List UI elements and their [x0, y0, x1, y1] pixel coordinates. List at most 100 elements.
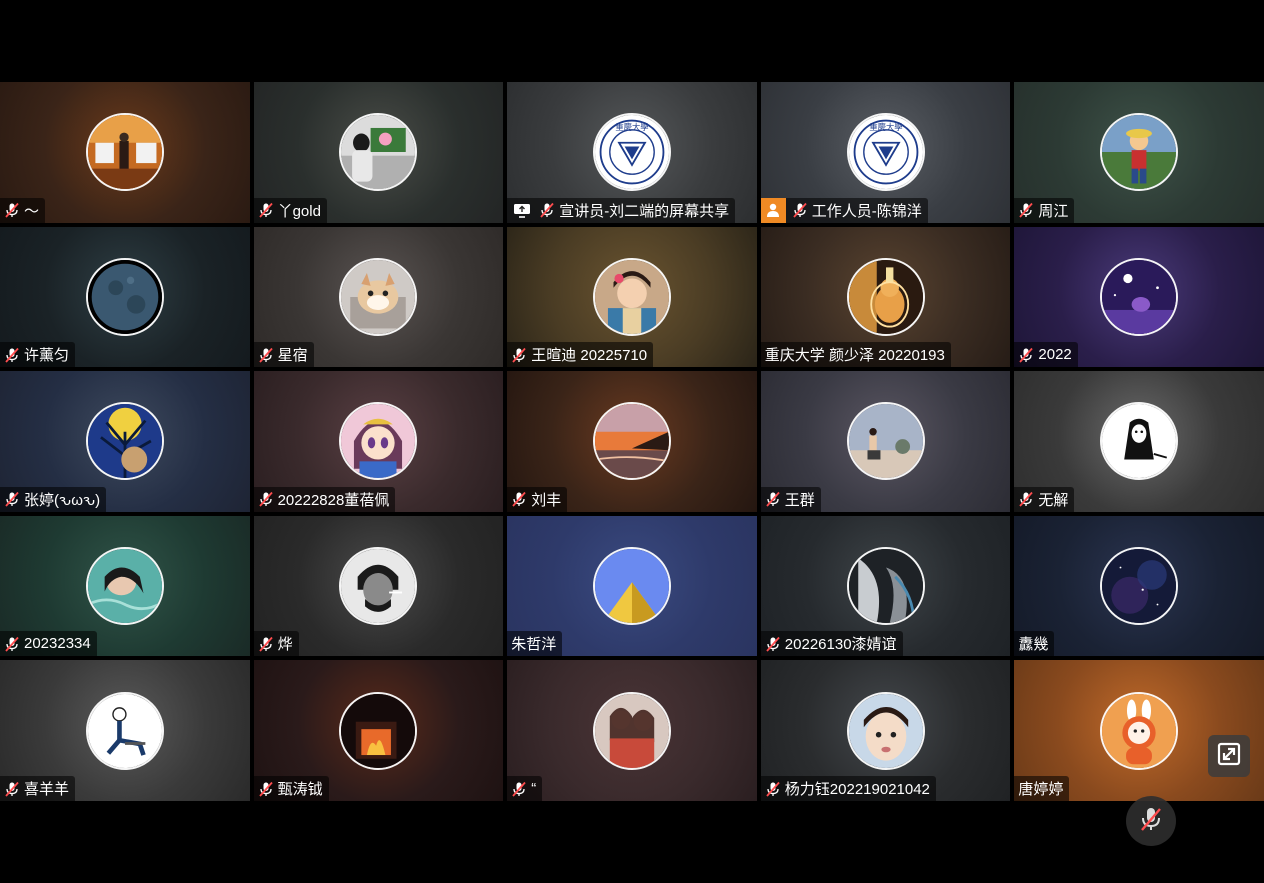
participant-tile[interactable]: 20226130漆婧谊 [760, 515, 1011, 657]
mic-muted-icon [792, 202, 808, 218]
participant-name-tag: 许薰匀 [0, 342, 76, 368]
participant-tile[interactable]: 丫gold [253, 82, 504, 223]
participant-name-tag: 丫gold [253, 197, 327, 223]
expand-view-button[interactable] [1208, 735, 1250, 777]
participant-name: 20232334 [24, 635, 91, 653]
participant-tile[interactable]: 王群 [760, 371, 1011, 512]
avatar [339, 691, 418, 770]
participant-tile[interactable]: ～ [0, 82, 250, 223]
participant-name-tag: 刘丰 [507, 486, 568, 512]
participant-tile[interactable]: 20232334 [0, 515, 250, 657]
participant-name: 刘丰 [531, 491, 562, 509]
avatar [85, 691, 164, 770]
participant-name-tag: ～ [0, 197, 46, 223]
participant-name-tag: 重庆大学 颜少泽 20220193 [760, 342, 951, 368]
participant-name-tag: 纛幾 [1014, 631, 1055, 657]
participant-tile[interactable]: 重慶大學工作人员-陈锦洋 [760, 82, 1011, 223]
mic-muted-icon [4, 347, 20, 363]
participant-name: 星宿 [277, 347, 308, 365]
mic-muted-icon [1018, 202, 1034, 218]
participant-name: 丫gold [277, 202, 321, 220]
avatar [339, 113, 418, 192]
participant-tile[interactable]: 烨 [253, 515, 504, 657]
mic-muted-icon [511, 347, 527, 363]
participant-name: 许薰匀 [24, 347, 70, 365]
mic-muted-icon [765, 781, 781, 797]
participant-tile[interactable]: 王暄迪 20225710 [507, 226, 757, 368]
mic-muted-icon [4, 636, 20, 652]
participant-name-tag: “ [507, 776, 543, 801]
participant-tile[interactable]: 许薰匀 [0, 226, 250, 368]
participant-tile[interactable]: 喜羊羊 [0, 660, 250, 801]
avatar [1100, 691, 1179, 770]
participant-name-tag: 20226130漆婧谊 [760, 631, 903, 657]
avatar [846, 547, 925, 626]
participant-tile[interactable]: 2022 [1014, 226, 1264, 368]
avatar [339, 402, 418, 481]
participant-name: 唐婷婷 [1018, 781, 1064, 798]
participant-name-tag: 王暄迪 20225710 [507, 342, 654, 368]
participant-tile[interactable]: 20222828董蓓佩 [253, 371, 504, 512]
avatar [592, 547, 671, 626]
mic-muted-icon [258, 781, 274, 797]
participant-name: 喜羊羊 [24, 781, 70, 798]
expand-icon [1216, 741, 1242, 772]
participant-name: 张婷(ԅωԅ) [24, 491, 101, 509]
avatar [85, 547, 164, 626]
avatar [846, 691, 925, 770]
participant-name: 2022 [1038, 346, 1072, 364]
participant-tile[interactable]: 张婷(ԅωԅ) [0, 371, 250, 512]
self-mute-button[interactable] [1126, 796, 1176, 846]
participant-name-tag: 20232334 [0, 631, 97, 657]
participant-name-tag: 喜羊羊 [0, 776, 76, 801]
participant-tile[interactable]: 甄涛钺 [253, 660, 504, 801]
participant-name-tag: 杨力钰202219021042 [760, 776, 936, 801]
participant-tile[interactable]: 纛幾 [1014, 515, 1264, 657]
mic-muted-icon [539, 202, 555, 218]
screen-share-icon [511, 201, 533, 219]
participant-name-tag: 20222828董蓓佩 [253, 486, 396, 512]
participant-name: ～ [24, 202, 40, 220]
participant-name-tag: 甄涛钺 [253, 776, 329, 801]
participant-name: 烨 [277, 636, 293, 654]
participant-name: 20226130漆婧谊 [784, 636, 897, 654]
participant-name: 无解 [1038, 491, 1069, 509]
participant-tile[interactable]: 杨力钰202219021042 [760, 660, 1011, 801]
participant-name: 重庆大学 颜少泽 20220193 [764, 347, 945, 365]
participant-tile[interactable]: 重慶大學宣讲员-刘二端的屏幕共享 [507, 82, 757, 223]
avatar: 重慶大學 [846, 113, 925, 192]
participant-tile[interactable]: 周江 [1014, 82, 1264, 223]
avatar [846, 257, 925, 336]
avatar [592, 402, 671, 481]
participant-name-tag: 宣讲员-刘二端的屏幕共享 [507, 197, 736, 223]
participant-name-tag: 工作人员-陈锦洋 [760, 197, 928, 223]
participant-tile[interactable]: 星宿 [253, 226, 504, 368]
participant-tile[interactable]: 唐婷婷 [1014, 660, 1264, 801]
participant-tile[interactable]: 无解 [1014, 371, 1264, 512]
participant-tile[interactable]: 重庆大学 颜少泽 20220193 [760, 226, 1011, 368]
mic-muted-icon [765, 491, 781, 507]
participant-name: 王暄迪 20225710 [531, 347, 648, 365]
participant-name-tag: 烨 [253, 631, 299, 657]
mic-muted-icon [4, 781, 20, 797]
avatar [592, 257, 671, 336]
mic-muted-icon [258, 636, 274, 652]
participant-tile[interactable]: 朱哲洋 [507, 515, 757, 657]
svg-text:重慶大學: 重慶大學 [869, 122, 902, 132]
avatar [339, 547, 418, 626]
participant-name: “ [531, 780, 537, 797]
mic-off-icon [1138, 805, 1164, 838]
mic-muted-icon [1018, 491, 1034, 507]
mic-muted-icon [258, 491, 274, 507]
participant-name-tag: 2022 [1014, 342, 1078, 368]
participant-name-tag: 无解 [1014, 486, 1075, 512]
host-icon [760, 197, 786, 223]
avatar [1100, 113, 1179, 192]
participant-tile[interactable]: 刘丰 [507, 371, 757, 512]
participant-name: 宣讲员-刘二端的屏幕共享 [559, 202, 730, 220]
participant-name: 20222828董蓓佩 [277, 491, 390, 509]
avatar [85, 113, 164, 192]
svg-text:重慶大學: 重慶大學 [615, 122, 648, 132]
participant-name: 纛幾 [1018, 636, 1049, 654]
participant-tile[interactable]: “ [507, 660, 757, 801]
